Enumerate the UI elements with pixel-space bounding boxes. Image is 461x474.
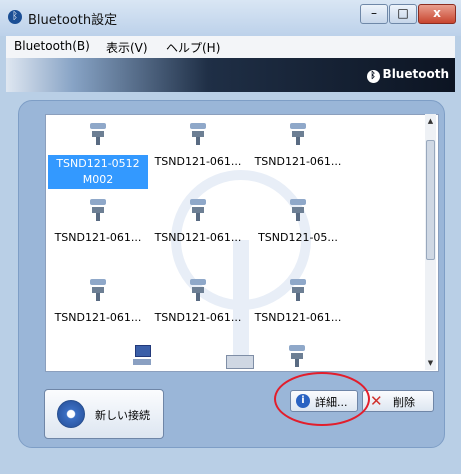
- delete-label: 削除: [393, 396, 415, 409]
- title-bar: ᛒ Bluetooth設定 – □ x: [0, 0, 461, 36]
- computer-icon[interactable]: [133, 345, 151, 365]
- new-connection-button[interactable]: 新しい接続: [44, 389, 164, 439]
- header-banner: ᛒ Bluetooth: [6, 58, 455, 92]
- bluetooth-logo-icon: ᛒ: [366, 70, 380, 83]
- keyboard-icon[interactable]: [226, 355, 254, 369]
- device-icon: [90, 123, 106, 145]
- device-icon: [290, 279, 306, 301]
- device-item[interactable]: TSND121-05...: [248, 191, 348, 263]
- device-item[interactable]: TSND121-061...: [48, 191, 148, 263]
- device-label: TSND121-061...: [54, 311, 142, 324]
- device-label: TSND121-061...: [154, 311, 242, 324]
- bluetooth-logo: ᛒ Bluetooth: [366, 67, 449, 83]
- maximize-button[interactable]: □: [389, 4, 417, 24]
- scroll-down-icon[interactable]: ▼: [425, 356, 436, 370]
- wireless-signal-icon: [57, 400, 85, 428]
- x-icon: ✕: [370, 392, 383, 410]
- bluetooth-icon: ᛒ: [8, 10, 22, 24]
- device-item[interactable]: TSND121-061...: [148, 115, 248, 187]
- menu-bar: Bluetooth(B) 表示(V) ヘルプ(H): [6, 36, 455, 58]
- device-item[interactable]: TSND121-061...: [148, 191, 248, 263]
- menu-view[interactable]: 表示(V): [106, 39, 148, 56]
- scroll-up-icon[interactable]: ▲: [425, 114, 436, 128]
- device-label: TSND121-061...: [254, 155, 342, 168]
- device-list[interactable]: TSND121-0512 M002 TSND121-061... TSND121-…: [45, 114, 439, 372]
- device-label: TSND121-061...: [254, 311, 342, 324]
- device-item[interactable]: TSND121-061...: [248, 271, 348, 343]
- vertical-scrollbar[interactable]: ▲ ▼: [425, 114, 436, 370]
- new-connection-label: 新しい接続: [95, 409, 150, 422]
- highlight-circle: [274, 372, 370, 426]
- close-button[interactable]: x: [418, 4, 456, 24]
- menu-bluetooth[interactable]: Bluetooth(B): [14, 39, 90, 53]
- scroll-thumb[interactable]: [426, 140, 435, 260]
- window-title: Bluetooth設定: [28, 13, 118, 28]
- device-item[interactable]: TSND121-061...: [48, 271, 148, 343]
- window-frame: ᛒ Bluetooth設定 – □ x Bluetooth(B) 表示(V) ヘ…: [0, 0, 461, 474]
- device-icon: [90, 199, 106, 221]
- device-label: TSND121-061...: [154, 231, 242, 244]
- device-label: TSND121-061...: [154, 155, 242, 168]
- device-item[interactable]: TSND121-0512 M002: [48, 115, 148, 189]
- device-icon: [190, 199, 206, 221]
- device-label-line2: M002: [82, 173, 114, 186]
- device-icon: [90, 279, 106, 301]
- delete-button[interactable]: ✕ 削除: [362, 390, 434, 412]
- device-item[interactable]: TSND121-061...: [148, 271, 248, 343]
- bluetooth-logo-text: Bluetooth: [382, 67, 449, 81]
- device-icon: [290, 123, 306, 145]
- device-label: TSND121-061...: [54, 231, 142, 244]
- minimize-button[interactable]: –: [360, 4, 388, 24]
- device-label: TSND121-0512: [56, 157, 140, 170]
- device-icon: [190, 123, 206, 145]
- menu-help[interactable]: ヘルプ(H): [166, 39, 220, 56]
- device-icon: [190, 279, 206, 301]
- device-icon: [290, 199, 306, 221]
- device-icon[interactable]: [289, 345, 305, 367]
- device-item[interactable]: TSND121-061...: [248, 115, 348, 187]
- device-label: TSND121-05...: [258, 231, 338, 244]
